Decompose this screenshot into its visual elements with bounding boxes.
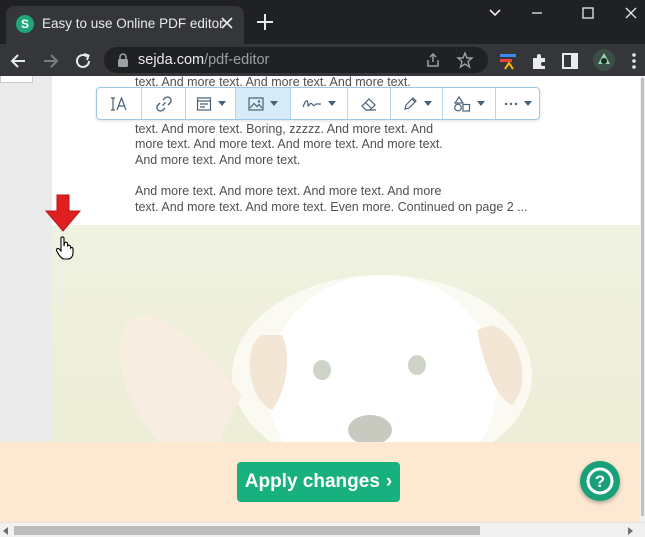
text-tool-icon <box>111 95 127 111</box>
browser-toolbar: sejda.com/pdf-editor <box>0 44 645 76</box>
red-arrow-down-icon <box>44 194 82 232</box>
tab-title: Easy to use Online PDF editor <box>42 16 224 31</box>
forward-arrow-icon[interactable] <box>40 50 62 72</box>
profile-avatar-icon[interactable] <box>592 48 616 72</box>
tab-search-chevron-icon[interactable] <box>482 4 508 22</box>
close-tab-icon[interactable] <box>218 14 236 32</box>
question-icon: ? <box>586 467 614 495</box>
text-tool-button[interactable] <box>97 88 142 119</box>
new-tab-icon[interactable] <box>255 12 275 32</box>
svg-text:?: ? <box>595 472 605 491</box>
edit-toolbar <box>96 87 540 120</box>
pdf-page[interactable]: text. And more text. And more text. And … <box>52 76 640 456</box>
page-thumbnail[interactable] <box>0 76 33 83</box>
chevron-down-icon <box>328 101 336 106</box>
maximize-window-icon[interactable] <box>575 4 601 22</box>
minimize-window-icon[interactable] <box>524 4 550 22</box>
text-line[interactable]: text. And more text. Boring, zzzzz. And … <box>135 122 555 138</box>
help-button[interactable]: ? <box>580 461 620 501</box>
bookmark-star-icon[interactable] <box>456 51 474 69</box>
apply-changes-label: Apply changes <box>244 471 380 492</box>
more-icon <box>504 102 517 105</box>
eraser-icon <box>361 97 376 111</box>
shapes-icon <box>453 95 471 112</box>
browser-menu-icon[interactable] <box>623 50 645 72</box>
image-icon <box>248 96 264 111</box>
shapes-tool-button[interactable] <box>443 88 496 119</box>
chevron-down-icon <box>217 101 226 106</box>
text-line[interactable]: And more text. And more text. <box>135 153 555 169</box>
forms-tool-button[interactable] <box>186 88 236 119</box>
chevron-down-icon <box>270 101 278 106</box>
scroll-right-arrow-icon[interactable] <box>628 527 633 535</box>
eraser-tool-button[interactable] <box>348 88 391 119</box>
reload-icon[interactable] <box>72 50 94 72</box>
text-line[interactable]: more text. And more text. And more text.… <box>135 137 555 153</box>
chevron-down-icon <box>477 101 485 106</box>
text-line[interactable]: And more text. And more text. And more t… <box>135 184 555 200</box>
back-arrow-icon[interactable] <box>7 50 29 72</box>
close-window-icon[interactable] <box>618 4 644 22</box>
puppy-illustration <box>120 275 532 456</box>
link-tool-button[interactable] <box>142 88 186 119</box>
chevron-down-icon <box>423 101 432 106</box>
annotate-tool-button[interactable] <box>391 88 443 119</box>
side-panel-icon[interactable] <box>559 50 581 72</box>
chevron-down-icon <box>523 101 532 106</box>
vertical-scroll-thumb[interactable] <box>641 78 644 516</box>
lock-icon[interactable] <box>116 52 130 68</box>
apply-changes-bar: Apply changes › ? <box>0 442 641 526</box>
extensions-puzzle-icon[interactable] <box>528 50 550 72</box>
sign-tool-button[interactable] <box>291 88 348 119</box>
horizontal-scrollbar[interactable] <box>0 522 645 537</box>
horizontal-scroll-thumb[interactable] <box>14 526 480 535</box>
forms-icon <box>196 96 211 111</box>
scroll-left-arrow-icon[interactable] <box>3 527 8 535</box>
sejda-favicon-icon: S <box>16 15 34 33</box>
annotate-pen-icon <box>403 96 417 110</box>
url-text: sejda.com/pdf-editor <box>138 52 270 68</box>
more-tools-button[interactable] <box>496 88 539 119</box>
browser-tab-strip: S Easy to use Online PDF editor <box>0 0 645 44</box>
apply-changes-button[interactable]: Apply changes › <box>237 462 400 502</box>
extension-colorful-icon[interactable] <box>497 50 519 72</box>
signature-icon <box>302 99 321 107</box>
image-tool-button[interactable] <box>236 88 291 119</box>
address-bar[interactable]: sejda.com/pdf-editor <box>104 47 488 73</box>
hand-cursor-icon <box>55 236 74 260</box>
browser-tab[interactable]: S Easy to use Online PDF editor <box>6 6 244 44</box>
text-line[interactable]: text. And more text. And more text. Even… <box>135 200 565 216</box>
share-icon[interactable] <box>424 51 442 69</box>
puppy-image[interactable] <box>52 225 640 456</box>
chevron-right-icon: › <box>385 471 393 492</box>
link-icon <box>155 95 172 112</box>
editor-page: text. And more text. And more text. And … <box>0 76 645 537</box>
